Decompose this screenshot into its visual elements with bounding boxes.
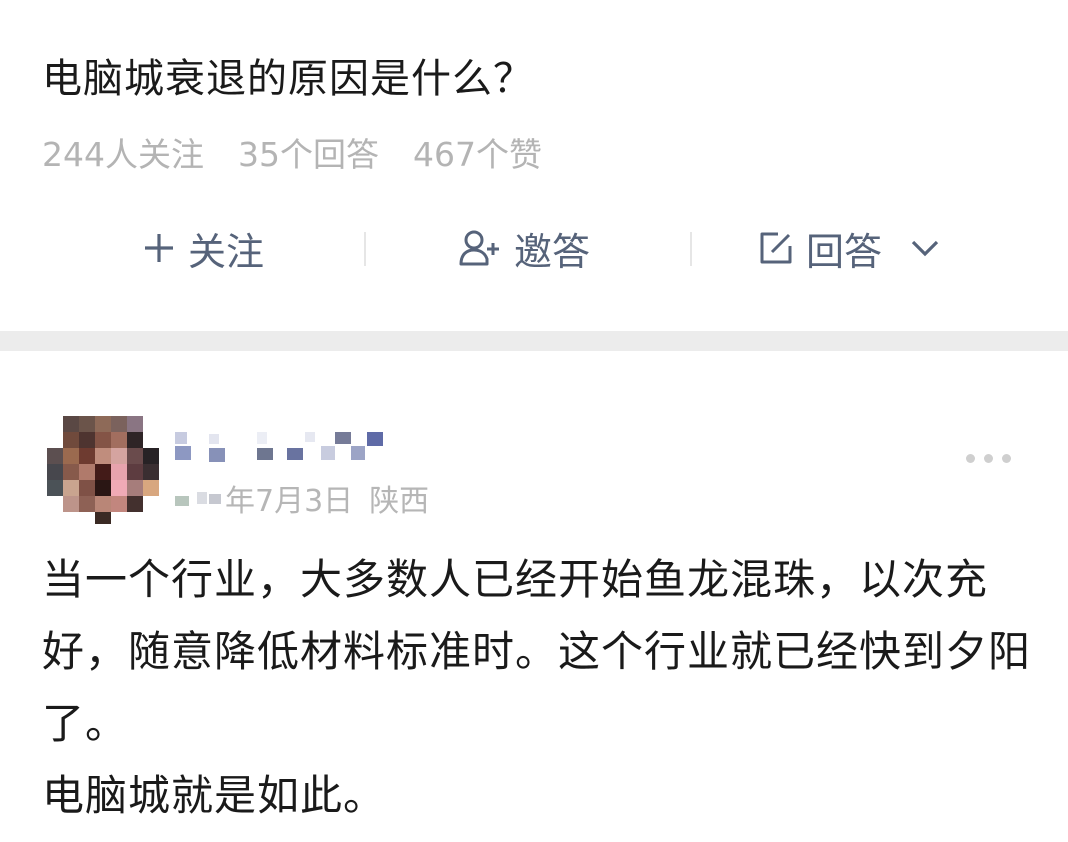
answer-meta: 年7月3日 陕西 (175, 476, 429, 520)
follow-label: 关注 (188, 229, 265, 274)
action-bar: 关注 邀答 回答 (0, 220, 1068, 276)
answer-paragraph: 当一个行业，大多数人已经开始鱼龙混珠，以次充好，随意降低材料标准时。这个行业就已… (42, 555, 1032, 748)
followers-count[interactable]: 244人关注 (42, 128, 204, 176)
follow-button[interactable]: 关注 (142, 220, 264, 276)
question-title: 电脑城衰退的原因是什么？ (42, 56, 534, 102)
blurred-year (175, 492, 221, 506)
question-stats: 244人关注 35个回答 467个赞 (42, 128, 542, 176)
invite-label: 邀答 (514, 229, 591, 274)
answer-date: 年7月3日 (225, 484, 354, 519)
plus-icon (142, 231, 176, 265)
invite-answer-button[interactable]: 邀答 (458, 220, 590, 276)
username[interactable] (175, 430, 395, 466)
answer-label: 回答 (806, 229, 883, 274)
invite-person-icon (458, 228, 502, 268)
more-options-icon[interactable] (966, 454, 1011, 463)
likes-count[interactable]: 467个赞 (413, 128, 542, 176)
answer-button[interactable]: 回答 (758, 220, 940, 276)
avatar[interactable] (47, 412, 159, 524)
answers-count[interactable]: 35个回答 (238, 128, 379, 176)
action-divider (364, 232, 366, 266)
answer-location: 陕西 (369, 484, 430, 519)
action-divider (690, 232, 692, 266)
edit-icon (758, 230, 794, 266)
answer-content: 当一个行业，大多数人已经开始鱼龙混珠，以次充好，随意降低材料标准时。这个行业就已… (42, 544, 1032, 832)
chevron-down-icon[interactable] (910, 238, 940, 258)
answer-paragraph: 电脑城就是如此。 (42, 771, 387, 820)
section-divider (0, 331, 1068, 351)
